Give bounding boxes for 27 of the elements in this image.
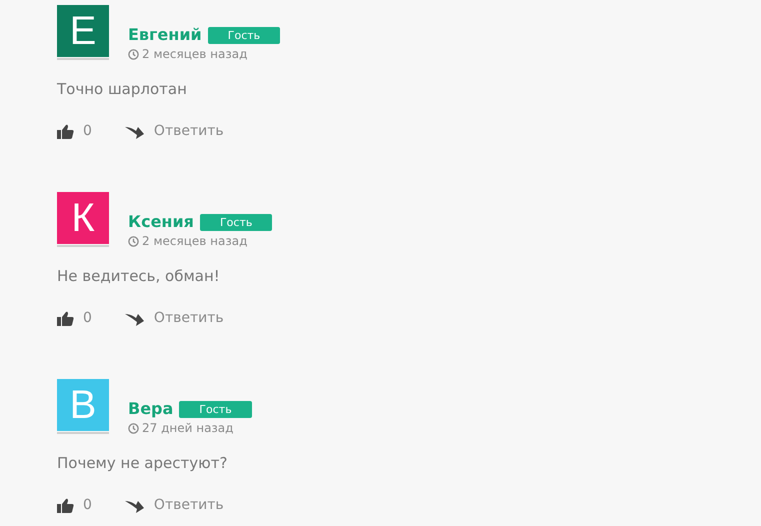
- comment-time: 2 месяцев назад: [142, 234, 248, 249]
- author-name[interactable]: Евгений: [128, 23, 202, 47]
- clock-icon: [128, 49, 139, 60]
- avatar: В: [57, 379, 109, 431]
- like-count: 0: [83, 496, 92, 514]
- clock-icon: [128, 423, 139, 434]
- guest-badge: Гость: [200, 214, 272, 230]
- guest-badge: Гость: [179, 400, 252, 418]
- clock-icon: [128, 236, 139, 247]
- author-name[interactable]: Ксения: [128, 210, 194, 234]
- comment-time: 2 месяцев назад: [142, 47, 248, 62]
- comment-text: Не ведитесь, обман!: [57, 266, 221, 287]
- avatar: К: [57, 192, 109, 244]
- like-count: 0: [83, 122, 92, 140]
- reply-button[interactable]: Ответить: [124, 120, 224, 142]
- thumbs-up-icon[interactable]: [57, 124, 74, 138]
- thumbs-up-icon[interactable]: [57, 498, 74, 512]
- like-count: 0: [83, 308, 92, 328]
- comment-text: Почему не арестуют?: [57, 453, 228, 474]
- comment-time: 27 дней назад: [142, 421, 234, 436]
- reply-button[interactable]: Ответить: [124, 308, 224, 328]
- guest-badge: Гость: [208, 26, 280, 44]
- thumbs-up-icon[interactable]: [57, 310, 74, 326]
- comment-text: Точно шарлотан: [57, 79, 188, 100]
- avatar: Е: [57, 5, 109, 57]
- author-name[interactable]: Вера: [128, 397, 174, 421]
- reply-button[interactable]: Ответить: [124, 494, 224, 516]
